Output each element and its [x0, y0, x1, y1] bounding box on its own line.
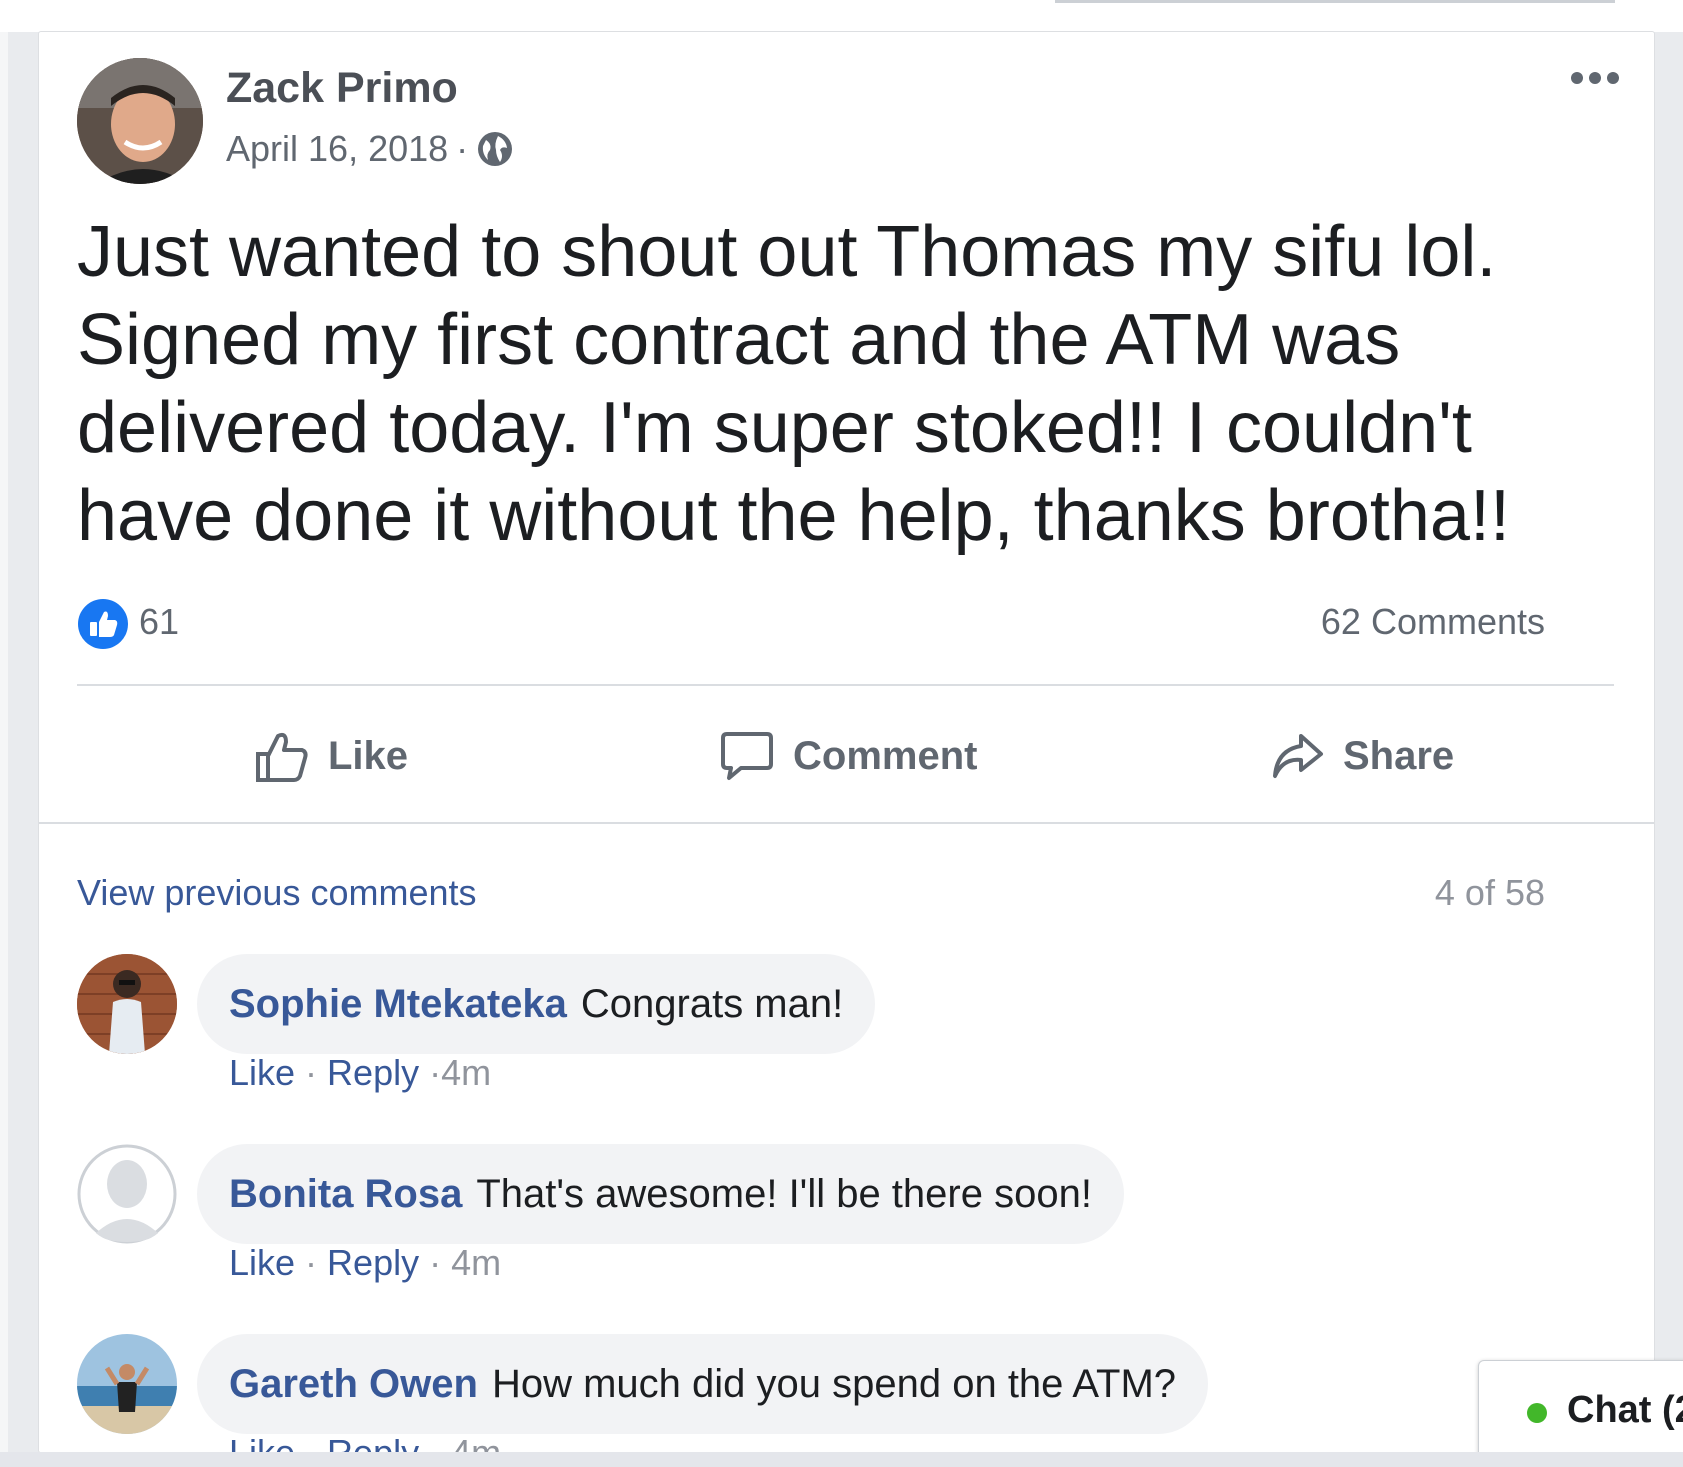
comment-button[interactable]: Comment: [719, 728, 977, 784]
share-button[interactable]: Share: [1269, 728, 1454, 784]
thumbs-up-icon: [256, 732, 308, 782]
comment-reply-link[interactable]: Reply: [327, 1052, 419, 1093]
comment-reply-link[interactable]: Reply: [327, 1242, 419, 1283]
comment-bubble: Sophie Mtekateka Congrats man!: [197, 954, 876, 1054]
like-button[interactable]: Like: [254, 728, 408, 784]
author-avatar[interactable]: [77, 58, 203, 184]
comment-text: That's awesome! I'll be there soon!: [476, 1171, 1092, 1216]
comment-like-link[interactable]: Like: [229, 1052, 295, 1093]
post-meta: April 16, 2018 ·: [226, 128, 514, 170]
comment-like-link[interactable]: Like: [229, 1242, 295, 1283]
online-status-icon: [1527, 1403, 1547, 1423]
post-date[interactable]: April 16, 2018: [226, 128, 448, 170]
more-options-icon[interactable]: [1571, 72, 1619, 84]
view-previous-comments-link[interactable]: View previous comments: [77, 872, 477, 914]
comment-label: Comment: [793, 733, 978, 778]
commenter-name[interactable]: Sophie Mtekateka: [229, 982, 567, 1027]
commenter-avatar[interactable]: [77, 1334, 177, 1434]
globe-icon[interactable]: [476, 130, 514, 168]
author-name[interactable]: Zack Primo: [226, 64, 458, 113]
top-bar: [1055, 0, 1615, 3]
post-text: Just wanted to shout out Thomas my sifu …: [77, 212, 1510, 556]
post-card: Zack Primo April 16, 2018 · Just wanted …: [38, 31, 1655, 1453]
commenter-avatar[interactable]: [77, 1144, 177, 1244]
comment-time[interactable]: 4m: [451, 1242, 501, 1283]
comment-time[interactable]: 4m: [451, 1432, 501, 1452]
like-count[interactable]: 61: [139, 601, 179, 643]
comment-time[interactable]: ·4m: [429, 1052, 491, 1093]
left-edge: [0, 32, 8, 1452]
chat-tab[interactable]: Chat (2: [1478, 1360, 1683, 1462]
comment-text: How much did you spend on the ATM?: [491, 1361, 1177, 1406]
comments-count[interactable]: 62 Comments: [1321, 601, 1545, 643]
comment-bubble-icon: [721, 732, 773, 780]
share-arrow-icon: [1273, 734, 1323, 778]
comment-reply-link[interactable]: Reply: [327, 1432, 419, 1452]
share-label: Share: [1343, 733, 1455, 778]
like-label: Like: [328, 733, 409, 778]
comment-like-link[interactable]: Like: [229, 1432, 295, 1452]
commenter-name[interactable]: Gareth Owen: [229, 1362, 478, 1407]
comment-actions: Like · Reply ·4m: [229, 1052, 492, 1093]
comment-actions: Like · Reply · 4m: [229, 1432, 501, 1452]
chat-label: Chat (2: [1567, 1389, 1683, 1431]
comment-bubble: Bonita Rosa That's awesome! I'll be ther…: [197, 1144, 1124, 1244]
divider: [77, 684, 1614, 686]
commenter-name[interactable]: Bonita Rosa: [229, 1172, 462, 1217]
commenter-avatar[interactable]: [77, 954, 177, 1054]
comment-pagination-count: 4 of 58: [1434, 872, 1545, 913]
top-strip: [0, 0, 1683, 32]
meta-separator: ·: [456, 128, 469, 169]
comment-bubble: Gareth Owen How much did you spend on th…: [197, 1334, 1209, 1434]
bottom-strip: [0, 1452, 1683, 1467]
comment-text: Congrats man!: [580, 981, 844, 1026]
comment-actions: Like · Reply · 4m: [229, 1242, 502, 1283]
like-reaction-icon[interactable]: [77, 598, 129, 650]
